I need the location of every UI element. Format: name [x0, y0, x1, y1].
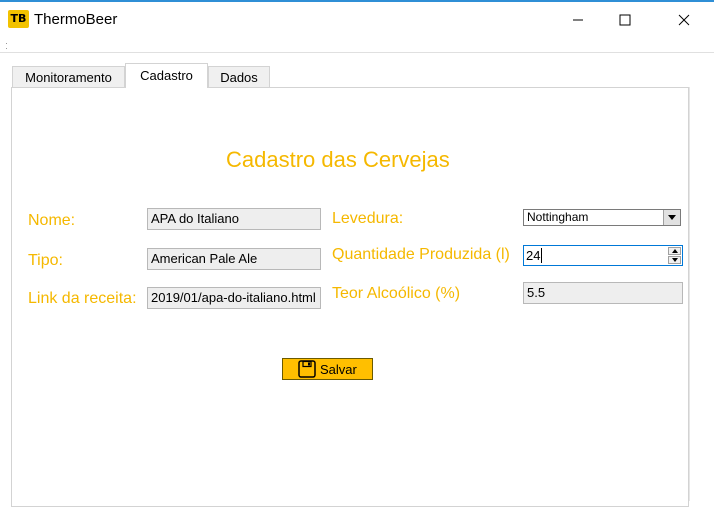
link-receita-label: Link da receita:	[28, 290, 137, 307]
link-receita-field[interactable]: 2019/01/apa-do-italiano.html	[147, 287, 321, 309]
save-button-label: Salvar	[320, 361, 357, 377]
teor-alcoolico-field[interactable]: 5.5	[523, 282, 683, 304]
page-title: Cadastro das Cervejas	[226, 147, 450, 172]
minimize-button[interactable]	[555, 0, 601, 40]
spin-up-icon[interactable]	[668, 247, 681, 255]
teor-alcoolico-label: Teor Alcoólico (%)	[332, 285, 461, 302]
maximize-button[interactable]	[602, 0, 648, 40]
menu-grip-icon: · ·	[5, 38, 8, 53]
save-button[interactable]: Salvar	[282, 358, 373, 380]
spin-down-icon[interactable]	[668, 256, 681, 264]
tab-cadastro[interactable]: Cadastro	[125, 63, 208, 88]
tipo-label: Tipo:	[28, 252, 63, 269]
close-button[interactable]	[661, 0, 707, 40]
tab-dados[interactable]: Dados	[208, 66, 270, 87]
maximize-icon	[619, 14, 631, 26]
quantidade-label: Quantidade Produzida (l)	[332, 246, 510, 263]
floppy-disk-icon	[298, 360, 316, 378]
nome-label: Nome:	[28, 212, 76, 229]
menu-bar	[0, 40, 714, 53]
levedura-label: Levedura:	[332, 210, 404, 227]
nome-field[interactable]: APA do Italiano	[147, 208, 321, 230]
tipo-field[interactable]: American Pale Ale	[147, 248, 321, 270]
levedura-value: Nottingham	[527, 210, 589, 224]
window-right-border	[689, 87, 690, 501]
minimize-icon	[573, 19, 583, 21]
quantidade-spinbox[interactable]: 24	[523, 245, 683, 266]
thermobeer-logo-icon: TB	[8, 10, 29, 28]
levedura-select[interactable]: Nottingham	[523, 209, 681, 226]
close-icon	[678, 14, 690, 26]
chevron-down-icon[interactable]	[663, 210, 680, 225]
quantidade-value: 24	[526, 248, 541, 263]
tab-monitoramento[interactable]: Monitoramento	[12, 66, 125, 87]
window-title: ThermoBeer	[34, 11, 118, 28]
